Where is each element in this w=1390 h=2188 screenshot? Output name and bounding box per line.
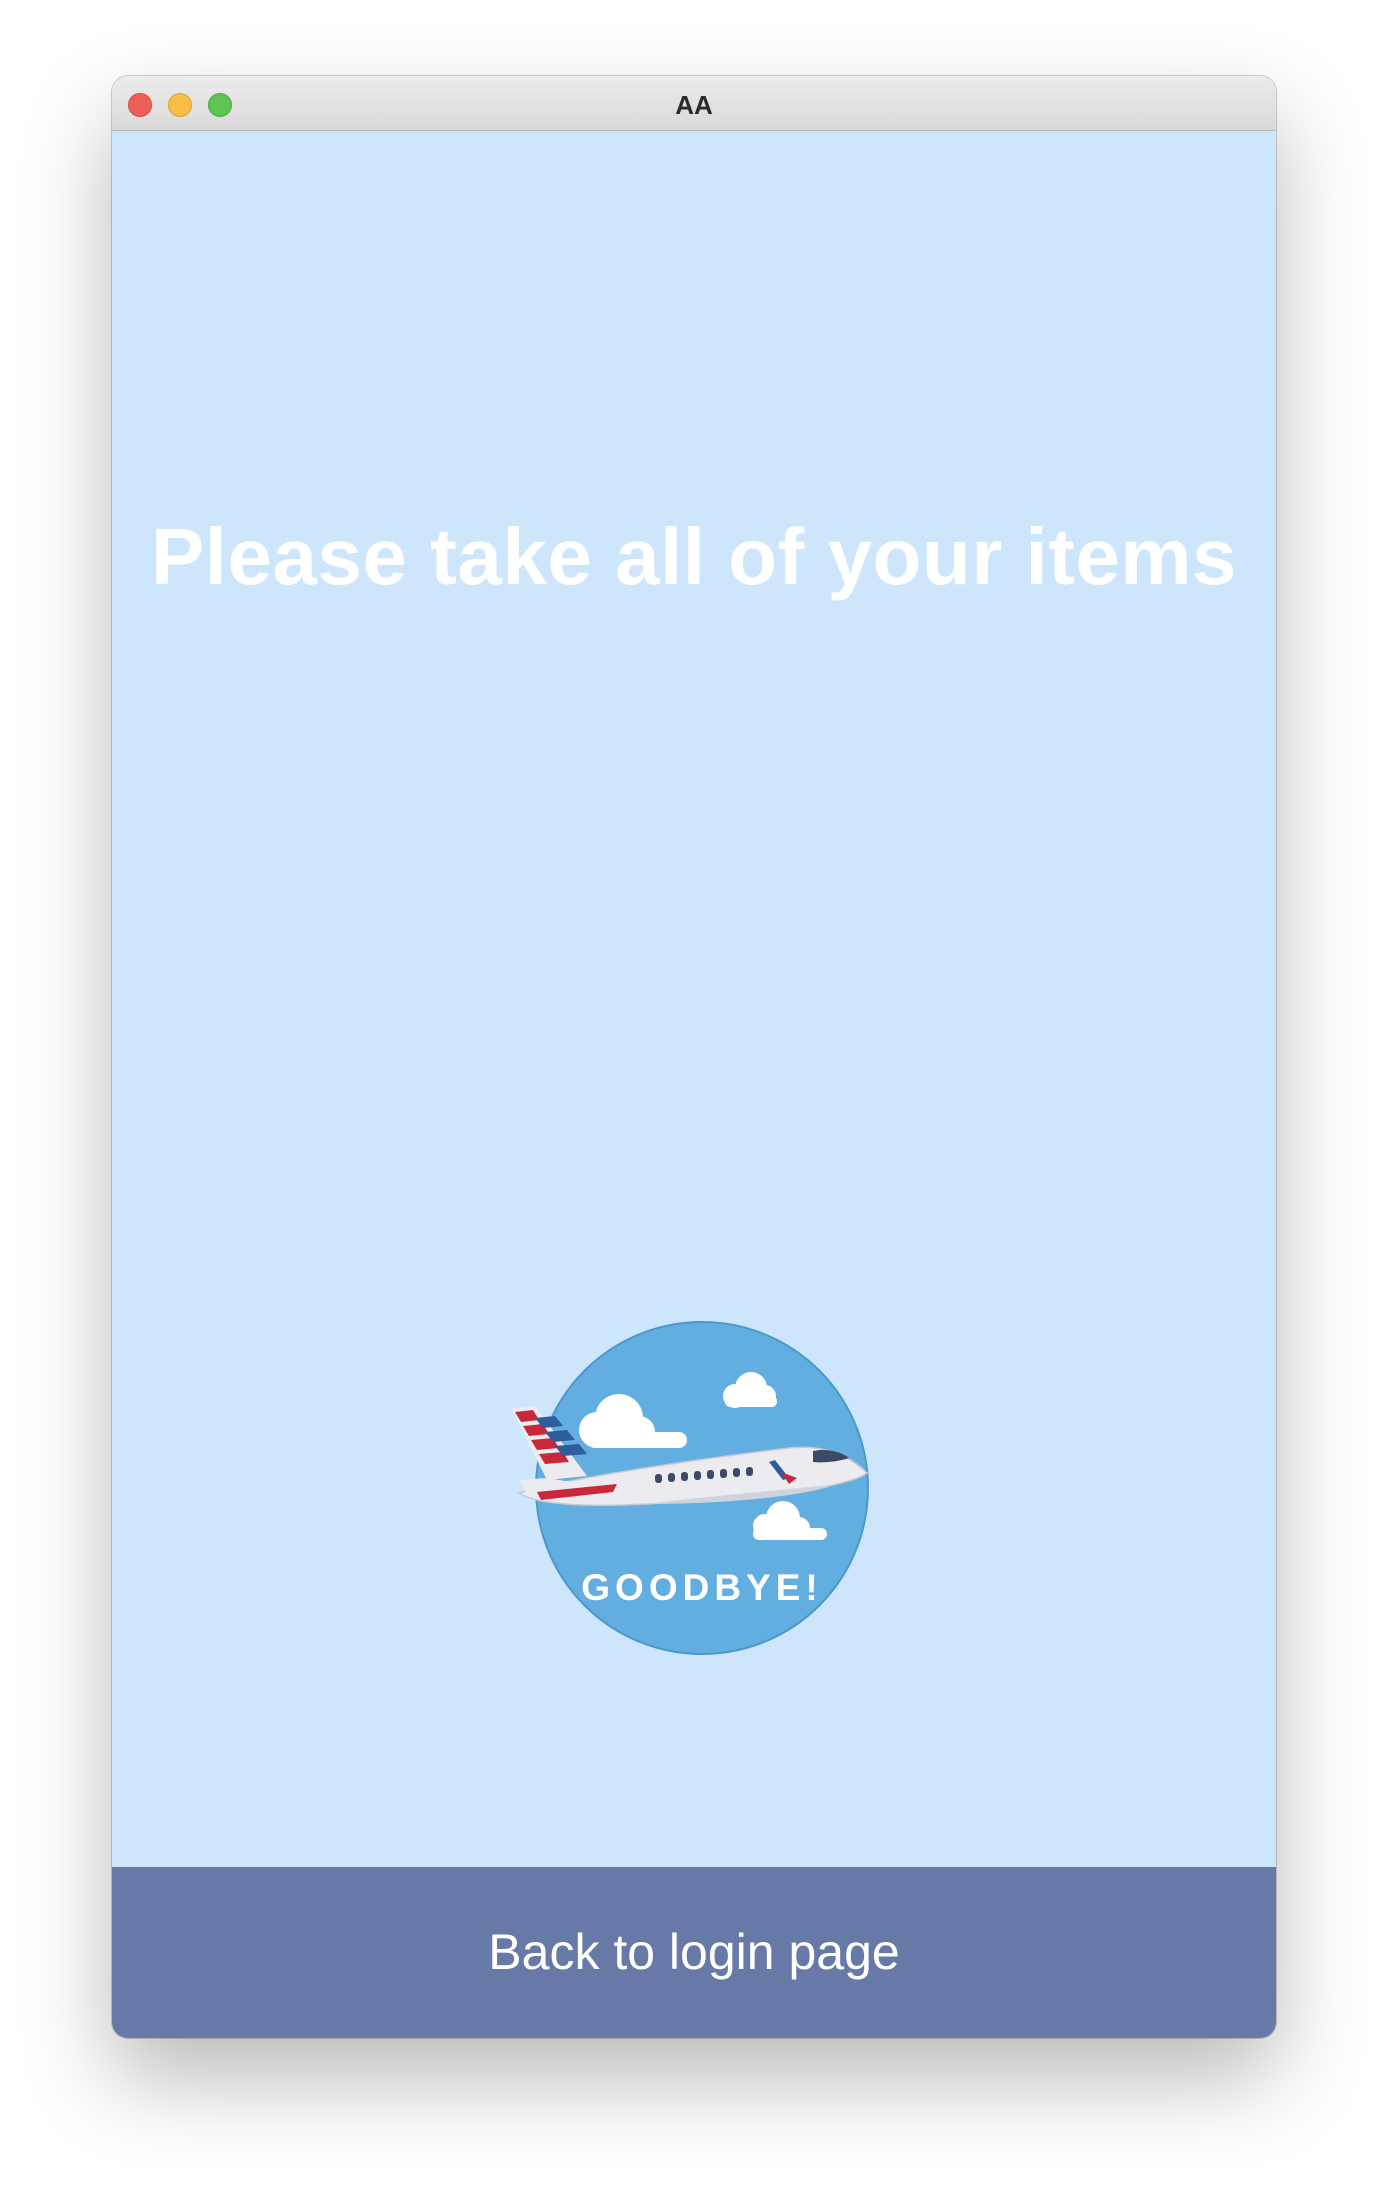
airplane-goodbye-icon: GOODBYE! <box>511 1321 869 1655</box>
main-content: Please take all of your items GOODBYE! <box>112 131 1276 1867</box>
back-to-login-button[interactable]: Back to login page <box>112 1867 1276 2038</box>
page-heading: Please take all of your items <box>150 512 1238 601</box>
title-bar: AA <box>112 76 1276 131</box>
window-title: AA <box>675 90 713 120</box>
badge-text: GOODBYE! <box>581 1567 822 1608</box>
app-window: AA Please take all of your items GOODBYE… <box>112 76 1276 2038</box>
